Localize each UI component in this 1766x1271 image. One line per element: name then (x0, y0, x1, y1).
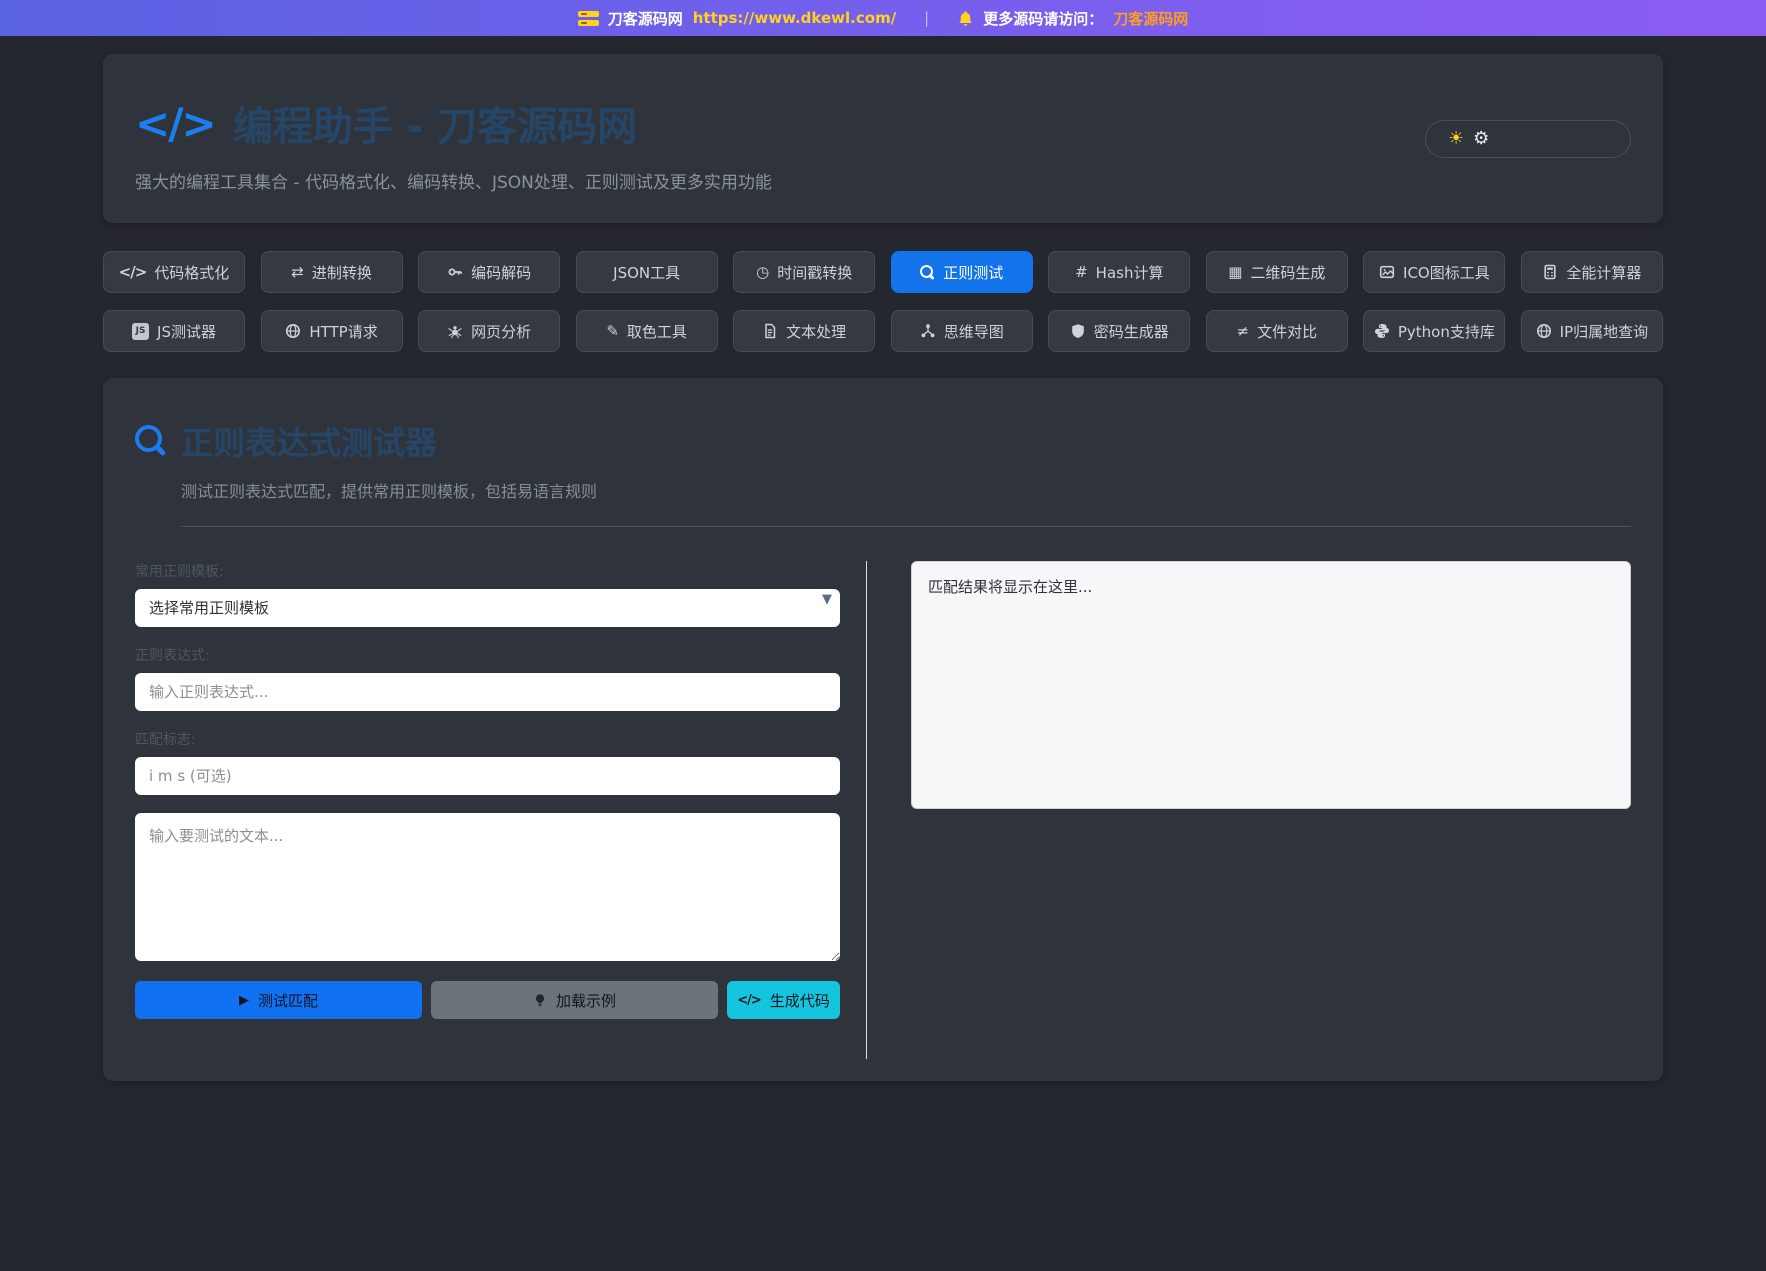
js-icon: JS (132, 323, 149, 340)
tab-label: 网页分析 (471, 321, 531, 342)
tab-label: HTTP请求 (309, 321, 377, 342)
tab-web-analyze[interactable]: 网页分析 (418, 310, 560, 352)
topbar-notice-text: 更多源码请访问： (983, 8, 1103, 29)
panel-subtitle: 测试正则表达式匹配，提供常用正则模板，包括易语言规则 (181, 478, 1631, 502)
topbar: 刀客源码网 https://www.dkewl.com/ | 更多源码请访问： … (0, 0, 1766, 36)
money-icon (578, 11, 599, 26)
tab-calculator[interactable]: 全能计算器 (1521, 251, 1663, 293)
topbar-separator: | (924, 9, 929, 27)
regex-tester-panel: 正则表达式测试器 测试正则表达式匹配，提供常用正则模板，包括易语言规则 常用正则… (103, 378, 1663, 1081)
button-label: 测试匹配 (258, 990, 318, 1011)
globe-icon (1536, 323, 1552, 339)
calculator-icon (1542, 264, 1558, 280)
test-match-button[interactable]: ▶ 测试匹配 (135, 981, 422, 1019)
gear-icon[interactable]: ⚙ (1473, 130, 1489, 148)
panel-title: 正则表达式测试器 (181, 418, 437, 464)
key-icon (447, 264, 463, 280)
tool-tabs: </> 代码格式化 ⇄ 进制转换 编码解码 JSON工具 ◷ 时间戳转换 正则测… (103, 251, 1663, 352)
template-label: 常用正则模板: (135, 561, 840, 581)
tab-label: ICO图标工具 (1403, 262, 1490, 283)
regex-pattern-input[interactable] (135, 673, 840, 711)
tab-label: 文件对比 (1257, 321, 1317, 342)
tab-label: 编码解码 (471, 262, 531, 283)
tab-password-gen[interactable]: 密码生成器 (1048, 310, 1190, 352)
tab-ip-lookup[interactable]: IP归属地查询 (1521, 310, 1663, 352)
tab-label: Python支持库 (1398, 321, 1495, 342)
spider-icon (447, 323, 463, 339)
tab-base-convert[interactable]: ⇄ 进制转换 (261, 251, 403, 293)
tab-python-lib[interactable]: Python支持库 (1363, 310, 1505, 352)
page-title: 编程助手 - 刀客源码网 (233, 94, 637, 152)
tab-ico-tools[interactable]: ICO图标工具 (1363, 251, 1505, 293)
search-icon (920, 265, 935, 280)
globe-icon (285, 323, 301, 339)
load-example-button[interactable]: 加载示例 (431, 981, 718, 1019)
tab-json-tools[interactable]: JSON工具 (576, 251, 718, 293)
tab-js-tester[interactable]: JS JS测试器 (103, 310, 245, 352)
pattern-label: 正则表达式: (135, 645, 840, 665)
pen-icon: ✎ (606, 324, 619, 339)
tab-text-process[interactable]: 文本处理 (733, 310, 875, 352)
regex-form: 常用正则模板: 选择常用正则模板 ▼ 正则表达式: 匹配标志: ▶ 测试匹配 (135, 561, 840, 1059)
tab-color-picker[interactable]: ✎ 取色工具 (576, 310, 718, 352)
test-text-textarea[interactable] (135, 813, 840, 961)
code-icon: </> (737, 993, 761, 1008)
qrcode-icon: ▦ (1228, 265, 1242, 280)
not-equal-icon: ≠ (1237, 324, 1250, 339)
theme-toggle[interactable]: ☀ ⚙ (1425, 120, 1631, 158)
topbar-site-name: 刀客源码网 (608, 8, 683, 29)
button-label: 生成代码 (770, 990, 830, 1011)
tab-encode-decode[interactable]: 编码解码 (418, 251, 560, 293)
regex-template-select[interactable]: 选择常用正则模板 (135, 589, 840, 627)
document-icon (762, 323, 778, 339)
tab-timestamp[interactable]: ◷ 时间戳转换 (733, 251, 875, 293)
tab-file-diff[interactable]: ≠ 文件对比 (1206, 310, 1348, 352)
match-result-box: 匹配结果将显示在这里... (911, 561, 1631, 809)
clock-icon: ◷ (756, 265, 769, 280)
tab-label: 代码格式化 (154, 262, 229, 283)
tab-mindmap[interactable]: 思维导图 (891, 310, 1033, 352)
image-icon (1379, 264, 1395, 280)
generate-code-button[interactable]: </> 生成代码 (727, 981, 840, 1019)
header-card: </> 编程助手 - 刀客源码网 强大的编程工具集合 - 代码格式化、编码转换、… (103, 54, 1663, 223)
flags-label: 匹配标志: (135, 729, 840, 749)
tab-label: 全能计算器 (1566, 262, 1641, 283)
code-icon: </> (135, 99, 215, 148)
code-icon: </> (119, 265, 147, 280)
regex-flags-input[interactable] (135, 757, 840, 795)
tab-label: IP归属地查询 (1560, 321, 1648, 342)
tab-label: Hash计算 (1096, 262, 1164, 283)
tab-label: 文本处理 (786, 321, 846, 342)
tab-label: JS测试器 (157, 321, 216, 342)
shield-icon (1070, 323, 1086, 339)
tab-regex-test[interactable]: 正则测试 (891, 251, 1033, 293)
swap-arrows-icon: ⇄ (291, 265, 304, 280)
panel-divider (181, 526, 1631, 527)
tab-code-format[interactable]: </> 代码格式化 (103, 251, 245, 293)
search-icon (135, 425, 167, 457)
tab-qrcode[interactable]: ▦ 二维码生成 (1206, 251, 1348, 293)
play-icon: ▶ (239, 994, 249, 1007)
bell-icon (957, 10, 974, 27)
tab-label: JSON工具 (613, 262, 680, 283)
mindmap-icon (920, 323, 936, 339)
tab-label: 正则测试 (943, 262, 1003, 283)
page-subtitle: 强大的编程工具集合 - 代码格式化、编码转换、JSON处理、正则测试及更多实用功… (135, 168, 1631, 193)
tab-label: 取色工具 (627, 321, 687, 342)
python-icon (1374, 323, 1390, 339)
tab-hash-calc[interactable]: # Hash计算 (1048, 251, 1190, 293)
hash-icon: # (1075, 265, 1088, 280)
tab-label: 密码生成器 (1094, 321, 1169, 342)
button-label: 加载示例 (556, 990, 616, 1011)
tab-label: 思维导图 (944, 321, 1004, 342)
tab-label: 时间戳转换 (777, 262, 852, 283)
tab-label: 进制转换 (312, 262, 372, 283)
sun-icon[interactable]: ☀ (1448, 130, 1464, 148)
topbar-notice-link[interactable]: 刀客源码网 (1113, 8, 1188, 29)
tab-http-request[interactable]: HTTP请求 (261, 310, 403, 352)
topbar-site-url-link[interactable]: https://www.dkewl.com/ (693, 9, 896, 27)
tab-label: 二维码生成 (1250, 262, 1325, 283)
bulb-icon (533, 993, 547, 1008)
